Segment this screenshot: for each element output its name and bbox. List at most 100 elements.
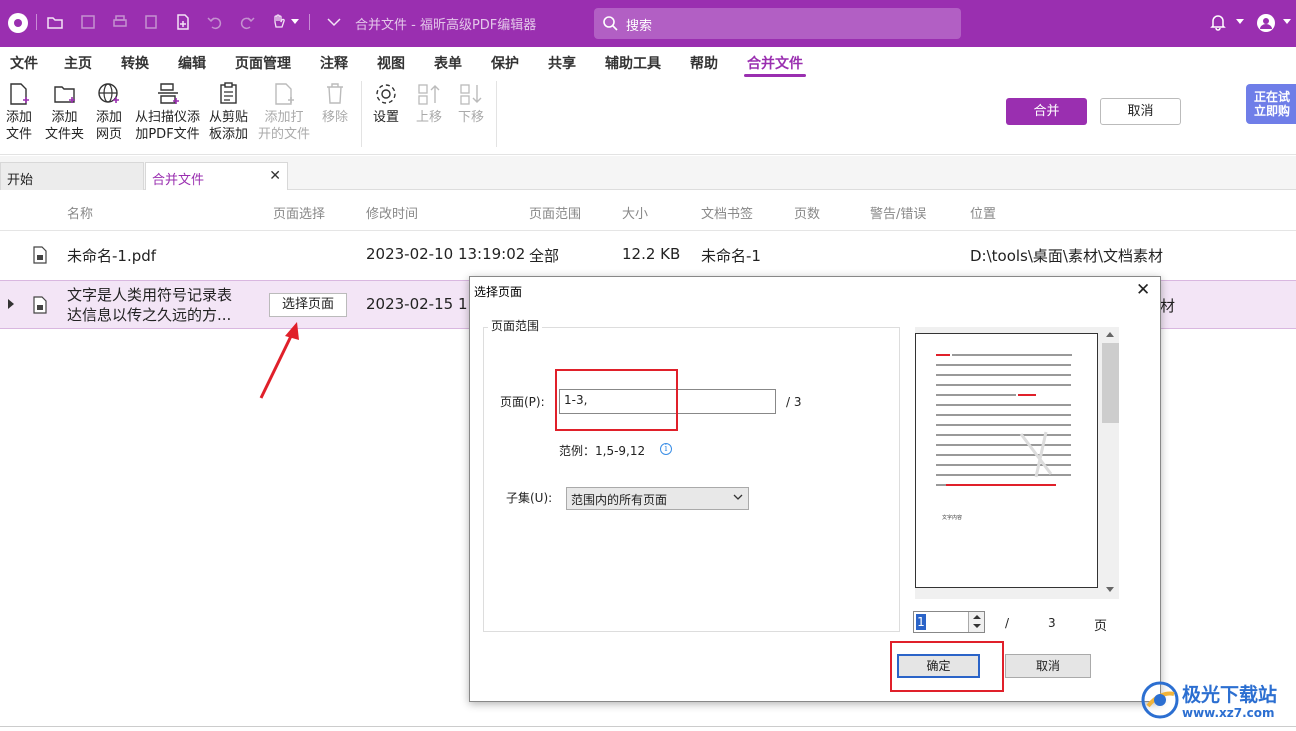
menu-home[interactable]: 主页: [64, 53, 92, 73]
scroll-up-icon[interactable]: [1106, 332, 1114, 337]
add-file-button[interactable]: 添加 文件: [6, 81, 32, 143]
globe-icon: [98, 83, 119, 103]
page-preview: 文字内容: [915, 333, 1098, 588]
menu-file[interactable]: 文件: [10, 53, 38, 73]
redo-icon[interactable]: [238, 13, 256, 31]
column-header-location[interactable]: 位置: [970, 203, 996, 222]
tab-merge-files[interactable]: 合并文件 ✕: [145, 162, 288, 190]
add-webpage-button[interactable]: 添加 网页: [96, 81, 122, 143]
column-header-modified[interactable]: 修改时间: [366, 203, 418, 222]
chevron-down-icon[interactable]: [291, 19, 299, 24]
menu-page-management[interactable]: 页面管理: [235, 53, 291, 73]
page-number-value[interactable]: 1: [916, 614, 926, 630]
chevron-down-icon[interactable]: [1283, 19, 1291, 24]
menu-merge-files[interactable]: 合并文件: [747, 53, 803, 73]
info-icon[interactable]: i: [660, 443, 672, 455]
copy-icon[interactable]: [142, 13, 160, 31]
preview-line: [936, 384, 1071, 386]
expand-arrow-icon[interactable]: [8, 299, 14, 309]
preview-line: [952, 354, 1072, 356]
stepper-buttons[interactable]: [968, 612, 984, 632]
menu-help[interactable]: 帮助: [690, 53, 718, 73]
preview-line: [936, 374, 1071, 376]
scroll-thumb[interactable]: [1102, 343, 1119, 423]
move-down-button[interactable]: 下移: [458, 81, 484, 126]
menu-protect[interactable]: 保护: [491, 53, 519, 73]
open-folder-icon[interactable]: [46, 13, 64, 31]
user-avatar-icon[interactable]: [1256, 13, 1276, 33]
dialog-cancel-button[interactable]: 取消: [1005, 654, 1091, 678]
clipboard-icon: [219, 82, 237, 104]
annotation-box-ok-button: [890, 641, 1004, 692]
preview-line: [936, 414, 1071, 416]
column-header-bookmark[interactable]: 文档书签: [701, 203, 753, 222]
chevron-down-icon[interactable]: [1236, 19, 1244, 24]
page-range-group: [483, 327, 900, 632]
preview-line: [936, 364, 1071, 366]
add-folder-button[interactable]: 添加 文件夹: [45, 81, 84, 143]
subset-select[interactable]: 范围内的所有页面: [566, 487, 749, 510]
preview-highlight: [936, 354, 950, 356]
scroll-down-icon[interactable]: [1106, 587, 1114, 592]
trial-purchase-banner[interactable]: 正在试 立即购: [1246, 84, 1296, 124]
add-from-clipboard-button[interactable]: 从剪贴 板添加: [209, 81, 248, 143]
file-page-range: 全部: [529, 247, 560, 265]
page-number-stepper[interactable]: 1: [913, 611, 985, 633]
column-header-page-selection[interactable]: 页面选择: [273, 203, 325, 222]
select-pages-button[interactable]: 选择页面: [269, 293, 347, 317]
add-open-files-button[interactable]: 添加打 开的文件: [258, 81, 310, 143]
close-icon[interactable]: ✕: [1136, 280, 1150, 300]
divider: [496, 81, 497, 147]
print-icon[interactable]: [111, 13, 129, 31]
undo-icon[interactable]: [206, 13, 224, 31]
add-from-scanner-button[interactable]: 从扫描仪添 加PDF文件: [135, 81, 200, 143]
file-table-header: 名称 页面选择 修改时间 页面范围 大小 文档书签 页数 警告/错误 位置: [0, 191, 1296, 231]
menu-accessibility[interactable]: 辅助工具: [605, 53, 661, 73]
table-row[interactable]: 未命名-1.pdf 2023-02-10 13:19:02 全部 12.2 KB…: [0, 231, 1296, 280]
column-header-name[interactable]: 名称: [67, 203, 93, 222]
annotation-box-page-input: [555, 369, 678, 431]
example-text: 范例：1,5-9,12: [559, 444, 646, 458]
preview-watermark-icon: [1019, 431, 1053, 478]
hand-tool-icon[interactable]: [270, 13, 288, 31]
settings-button[interactable]: 设置: [373, 81, 399, 126]
arrow-up-icon: [418, 84, 440, 105]
group-label: 页面范围: [488, 317, 543, 334]
add-folder-icon: [53, 86, 75, 103]
annotation-arrow: [259, 322, 299, 399]
divider: [361, 81, 362, 147]
customize-dropdown-icon[interactable]: [325, 13, 343, 31]
page-count: 3: [1048, 616, 1056, 630]
menu-comment[interactable]: 注释: [320, 53, 348, 73]
new-doc-icon[interactable]: [174, 13, 192, 31]
column-header-size[interactable]: 大小: [622, 203, 648, 222]
search-box[interactable]: 搜索: [594, 8, 961, 39]
save-icon[interactable]: [79, 13, 97, 31]
preview-scrollbar[interactable]: [1102, 327, 1119, 599]
menu-bar: 文件 主页 转换 编辑 页面管理 注释 视图 表单 保护 共享 辅助工具 帮助 …: [0, 47, 1296, 77]
title-bar: 合并文件 - 福昕高级PDF编辑器 搜索: [0, 0, 1296, 47]
menu-share[interactable]: 共享: [548, 53, 576, 73]
divider: [36, 14, 37, 30]
toolbar: 添加 文件 添加 文件夹 添加 网页 从扫描仪添 加PDF文件 从剪贴 板添加 添加打 开的…: [0, 77, 1296, 155]
stepper-down-icon[interactable]: [973, 624, 981, 628]
chevron-down-icon: [733, 494, 743, 500]
menu-edit[interactable]: 编辑: [178, 53, 206, 73]
move-up-button[interactable]: 上移: [416, 81, 442, 126]
tab-start[interactable]: 开始: [0, 162, 144, 190]
column-header-warnings[interactable]: 警告/错误: [870, 203, 926, 222]
stepper-up-icon[interactable]: [973, 615, 981, 619]
close-icon[interactable]: ✕: [269, 168, 281, 184]
menu-form[interactable]: 表单: [434, 53, 462, 73]
bell-icon[interactable]: [1209, 13, 1227, 31]
cancel-button[interactable]: 取消: [1100, 98, 1181, 125]
menu-convert[interactable]: 转换: [121, 53, 149, 73]
menu-view[interactable]: 视图: [377, 53, 405, 73]
merge-button[interactable]: 合并: [1006, 98, 1087, 125]
column-header-page-count[interactable]: 页数: [794, 203, 820, 222]
file-size: 12.2 KB: [622, 245, 681, 263]
remove-button[interactable]: 移除: [322, 81, 348, 126]
preview-text: 文字内容: [942, 515, 963, 521]
file-name: 未命名-1.pdf: [67, 247, 157, 265]
column-header-page-range[interactable]: 页面范围: [529, 203, 581, 222]
